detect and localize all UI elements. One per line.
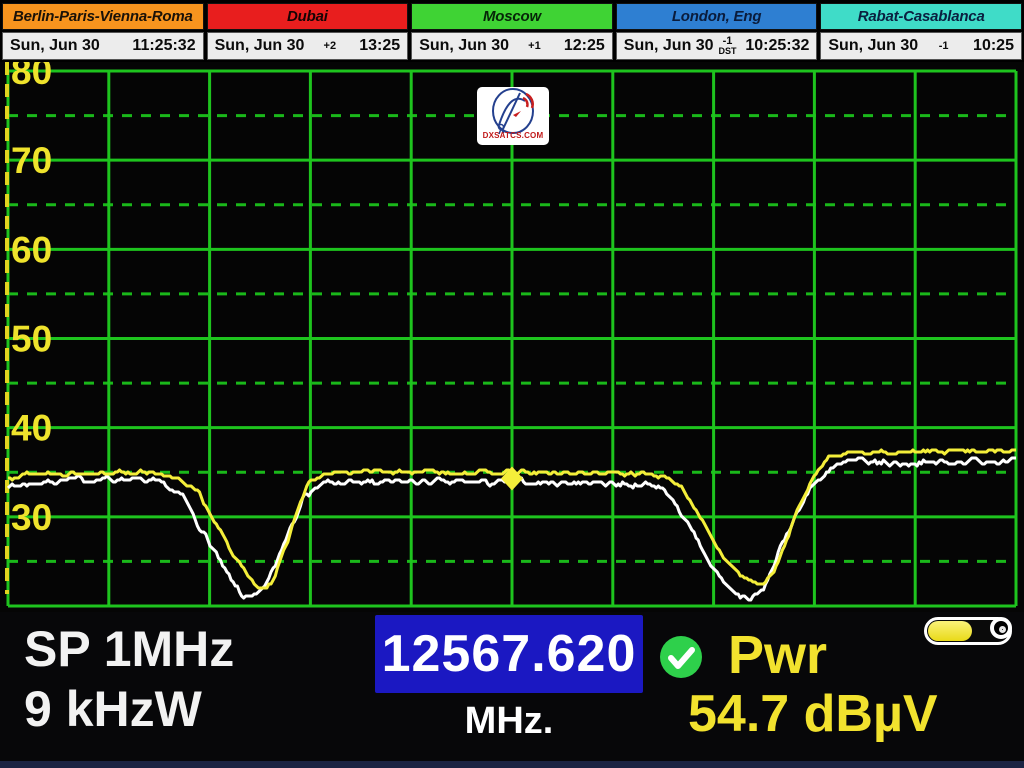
signal-meter-screen: Berlin-Paris-Vienna-Roma Sun, Jun 30 11:… — [0, 0, 1024, 768]
logo-text: DXSATCS.COM — [483, 132, 544, 140]
time-cell-berlin: Sun, Jun 30 11:25:32 — [2, 32, 204, 60]
y-tick-label: 30 — [11, 497, 52, 538]
bandwidth-setting: 9 kHzW — [24, 684, 202, 734]
frequency-unit: MHz. — [375, 700, 643, 743]
city-tab-rabat[interactable]: Rabat-Casablanca — [820, 3, 1022, 30]
y-tick-label: 60 — [11, 229, 52, 270]
clock-date: Sun, Jun 30 — [624, 37, 714, 55]
span-setting: SP 1MHz — [24, 624, 234, 674]
clock-utc-offset: +2 — [324, 41, 337, 44]
toggle-ring-inner-icon — [999, 626, 1006, 633]
clock-time: 13:25 — [359, 37, 400, 55]
y-tick-label: 50 — [11, 319, 52, 360]
clock-utc-offset: +1 — [528, 41, 541, 44]
clock-berlin: Berlin-Paris-Vienna-Roma Sun, Jun 30 11:… — [2, 3, 204, 60]
city-tab-berlin[interactable]: Berlin-Paris-Vienna-Roma — [2, 3, 204, 30]
clock-dubai: Dubai Sun, Jun 30 +2 13:25 — [207, 3, 409, 60]
city-tab-dubai[interactable]: Dubai — [207, 3, 409, 30]
city-tab-moscow[interactable]: Moscow — [411, 3, 613, 30]
power-toggle[interactable] — [924, 617, 1012, 645]
satellite-dish-icon — [477, 87, 549, 135]
clock-time: 10:25:32 — [745, 37, 809, 55]
world-clock-bar: Berlin-Paris-Vienna-Roma Sun, Jun 30 11:… — [0, 0, 1024, 62]
clock-date: Sun, Jun 30 — [419, 37, 509, 55]
toggle-knob — [928, 621, 972, 641]
power-label: Pwr — [728, 628, 827, 682]
lock-check-icon — [659, 635, 703, 679]
clock-date: Sun, Jun 30 — [10, 37, 100, 55]
readout-bar: SP 1MHz 9 kHzW 12567.620 MHz. Pwr 54.7 d… — [0, 612, 1024, 768]
clock-utc-offset: -1 — [939, 41, 949, 44]
y-tick-label: 70 — [11, 140, 52, 181]
clock-time: 10:25 — [973, 37, 1014, 55]
clock-london: London, Eng Sun, Jun 30 -1DST 10:25:32 — [616, 3, 818, 60]
time-cell-dubai: Sun, Jun 30 +2 13:25 — [207, 32, 409, 60]
time-cell-moscow: Sun, Jun 30 +1 12:25 — [411, 32, 613, 60]
y-tick-label: 40 — [11, 408, 52, 449]
power-value: 54.7 dBµV — [688, 688, 938, 740]
clock-moscow: Moscow Sun, Jun 30 +1 12:25 — [411, 3, 613, 60]
clock-time: 12:25 — [564, 37, 605, 55]
frequency-value: 12567.620 — [382, 624, 637, 684]
frequency-display[interactable]: 12567.620 — [375, 615, 643, 693]
city-tab-london[interactable]: London, Eng — [616, 3, 818, 30]
time-cell-london: Sun, Jun 30 -1DST 10:25:32 — [616, 32, 818, 60]
clock-rabat: Rabat-Casablanca Sun, Jun 30 -1 10:25 — [820, 3, 1022, 60]
clock-date: Sun, Jun 30 — [828, 37, 918, 55]
clock-date: Sun, Jun 30 — [215, 37, 305, 55]
clock-time: 11:25:32 — [132, 37, 195, 55]
y-tick-label: 80 — [11, 62, 52, 92]
clock-utc-offset-dst: -1DST — [718, 36, 736, 48]
spectrum-plot: 80 70 60 50 40 30 DXSATCS.COM — [0, 62, 1024, 612]
dxsatcs-logo: DXSATCS.COM — [477, 87, 549, 145]
time-cell-rabat: Sun, Jun 30 -1 10:25 — [820, 32, 1022, 60]
